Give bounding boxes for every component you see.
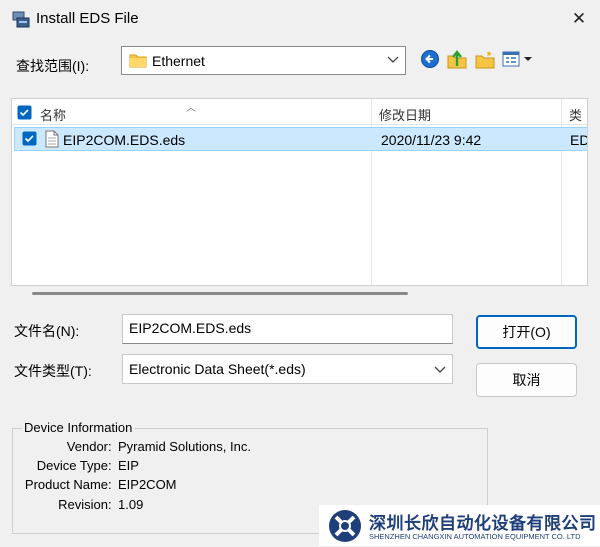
device-info-legend: Device Information	[22, 420, 135, 435]
up-folder-icon[interactable]	[446, 48, 468, 72]
new-folder-icon[interactable]	[474, 48, 496, 72]
column-header-type[interactable]: 类	[569, 105, 582, 124]
column-header-date[interactable]: 修改日期	[379, 105, 431, 124]
product-name-colon: :	[108, 477, 112, 492]
file-type-value: Electronic Data Sheet(*.eds)	[129, 361, 306, 377]
column-header-name[interactable]: 名称	[40, 105, 66, 124]
chevron-down-icon[interactable]	[434, 362, 446, 376]
company-logo-icon	[327, 508, 363, 547]
file-name-cell: EIP2COM.EDS.eds	[63, 132, 186, 148]
title-bar: Install EDS File ✕	[0, 0, 600, 38]
revision-label: Revision	[58, 497, 108, 512]
file-type-cell: ED	[570, 132, 588, 148]
file-row[interactable]: EIP2COM.EDS.eds 2020/11/23 9:42 ED	[14, 127, 588, 151]
file-type-label: 文件类型(T):	[14, 363, 92, 379]
company-name-en: SHENZHEN CHANGXIN AUTOMATION EQUIPMENT C…	[369, 532, 581, 541]
file-type-dropdown[interactable]: Electronic Data Sheet(*.eds)	[122, 354, 453, 384]
company-name-cn: 深圳长欣自动化设备有限公司	[369, 514, 597, 533]
chevron-down-icon[interactable]	[387, 52, 399, 66]
window-title: Install EDS File	[36, 10, 139, 27]
product-name-value: EIP2COM	[118, 477, 177, 492]
revision-value: 1.09	[118, 497, 144, 512]
app-icon	[12, 11, 30, 29]
company-watermark: 深圳长欣自动化设备有限公司 SHENZHEN CHANGXIN AUTOMATI…	[319, 505, 600, 546]
file-date-cell: 2020/11/23 9:42	[381, 132, 482, 148]
vendor-label: Vendor	[66, 439, 108, 454]
cancel-button[interactable]: 取消	[476, 363, 577, 397]
open-button[interactable]: 打开(O)	[476, 315, 577, 349]
close-button[interactable]: ✕	[568, 8, 590, 30]
look-in-dropdown[interactable]: Ethernet	[121, 46, 406, 75]
row-checkbox[interactable]	[22, 131, 37, 149]
file-name-input[interactable]: EIP2COM.EDS.eds	[122, 314, 453, 344]
folder-icon	[129, 53, 147, 71]
file-list-header: 名称 修改日期 类	[12, 99, 587, 125]
device-type-label: Device Type	[36, 458, 108, 473]
device-type-colon: :	[108, 458, 112, 473]
back-icon[interactable]	[420, 48, 440, 72]
horizontal-scrollbar[interactable]	[32, 292, 408, 295]
vendor-colon: :	[108, 439, 112, 454]
look-in-label: 查找范围(I):	[16, 58, 90, 74]
document-icon	[45, 130, 59, 151]
look-in-value: Ethernet	[152, 53, 205, 69]
revision-colon: :	[108, 497, 112, 512]
product-name-label: Product Name	[24, 477, 108, 492]
file-name-label: 文件名(N):	[14, 323, 80, 339]
file-list[interactable]: ︿ 名称 修改日期 类 EIP2COM.EDS.eds 2020/11/23 9…	[11, 98, 588, 286]
select-all-checkbox[interactable]	[17, 105, 32, 123]
device-type-value: EIP	[118, 458, 139, 473]
vendor-value: Pyramid Solutions, Inc.	[118, 439, 251, 454]
view-menu-icon[interactable]	[502, 48, 534, 72]
